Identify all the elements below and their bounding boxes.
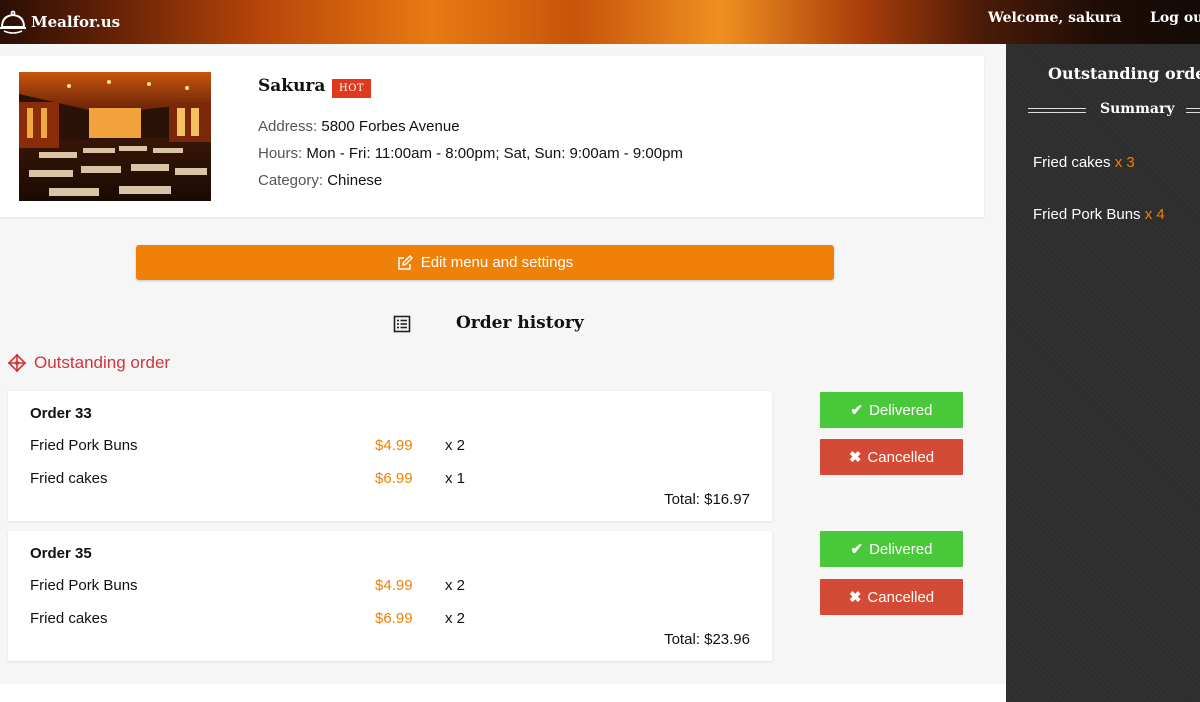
category-value: Chinese (327, 172, 383, 189)
summary-item-name: Fried Pork Buns (1033, 206, 1141, 223)
outstanding-order-label: Outstanding order (34, 353, 171, 372)
order-title: Order 35 (30, 545, 92, 562)
check-icon: ✔ (850, 541, 864, 558)
order-item-name: Fried Pork Buns (30, 577, 138, 594)
order-card: Order 35 Fried Pork Buns $4.99 x 2 Fried… (8, 531, 772, 661)
order-item-qty: x 1 (445, 470, 466, 487)
restaurant-card: Sakura HOT Address: 5800 Forbes Avenue H… (0, 56, 984, 217)
summary-item-name: Fried cakes (1033, 154, 1111, 171)
welcome-text: Welcome, sakura (988, 10, 1122, 26)
sidebar-summary-item: Fried Pork Buns x 4 (1033, 206, 1165, 223)
sidebar-summary-heading: Summary (1100, 101, 1175, 117)
sidebar-title: Outstanding orde (1048, 64, 1200, 83)
outstanding-order-heading: Outstanding order (8, 353, 170, 373)
order-item-name: Fried cakes (30, 610, 108, 627)
order-total: Total: $23.96 (664, 631, 750, 648)
summary-item-qty: x 4 (1144, 206, 1165, 223)
sidebar-summary-item: Fried cakes x 3 (1033, 154, 1135, 171)
hot-badge: HOT (332, 79, 372, 98)
restaurant-name: Sakura (258, 76, 326, 96)
order-item-name: Fried Pork Buns (30, 437, 138, 454)
summary-divider-left (1028, 108, 1086, 113)
summary-item-qty: x 3 (1114, 154, 1135, 171)
order-history-title: Order history (456, 313, 584, 333)
edit-menu-label: Edit menu and settings (420, 254, 574, 271)
list-icon (393, 315, 411, 333)
restaurant-hours: Hours: Mon - Fri: 11:00am - 8:00pm; Sat,… (258, 145, 683, 162)
address-value: 5800 Forbes Avenue (321, 118, 460, 135)
x-icon: ✖ (848, 449, 862, 466)
hours-label: Hours: (258, 145, 303, 162)
order-title: Order 33 (30, 405, 92, 422)
order-item-price: $4.99 (375, 437, 413, 454)
delivered-label: Delivered (869, 540, 933, 558)
address-label: Address: (258, 118, 318, 135)
order-card: Order 33 Fried Pork Buns $4.99 x 2 Fried… (8, 391, 772, 521)
edit-icon (397, 254, 413, 270)
order-item-name: Fried cakes (30, 470, 108, 487)
brand-name: Mealfor.us (31, 13, 121, 31)
summary-divider-right (1186, 108, 1200, 113)
check-icon: ✔ (850, 402, 864, 419)
brand-link[interactable]: Mealfor.us (0, 0, 120, 44)
x-icon: ✖ (848, 589, 862, 606)
cancelled-label: Cancelled (867, 448, 935, 466)
cancelled-button[interactable]: ✖ Cancelled (820, 579, 963, 615)
delivered-label: Delivered (869, 401, 933, 419)
cloche-icon (0, 10, 26, 34)
order-item-qty: x 2 (445, 577, 466, 594)
restaurant-category: Category: Chinese (258, 172, 382, 189)
order-item-price: $4.99 (375, 577, 413, 594)
category-label: Category: (258, 172, 324, 189)
top-navbar: Mealfor.us Welcome, sakura Log ou (0, 0, 1200, 44)
logout-link[interactable]: Log ou (1150, 0, 1200, 36)
crosshair-icon (8, 354, 26, 372)
order-item-qty: x 2 (445, 437, 466, 454)
cancelled-button[interactable]: ✖ Cancelled (820, 439, 963, 475)
cancelled-label: Cancelled (867, 588, 935, 606)
main-footer-strip (0, 684, 1006, 702)
delivered-button[interactable]: ✔ Delivered (820, 392, 963, 428)
restaurant-address: Address: 5800 Forbes Avenue (258, 118, 460, 135)
hours-value: Mon - Fri: 11:00am - 8:00pm; Sat, Sun: 9… (306, 145, 683, 162)
delivered-button[interactable]: ✔ Delivered (820, 531, 963, 567)
order-item-qty: x 2 (445, 610, 466, 627)
restaurant-photo (19, 72, 211, 201)
order-item-price: $6.99 (375, 610, 413, 627)
edit-menu-button[interactable]: Edit menu and settings (136, 245, 834, 280)
order-item-price: $6.99 (375, 470, 413, 487)
order-total: Total: $16.97 (664, 491, 750, 508)
outstanding-sidebar: Outstanding orde Summary Fried cakes x 3… (1006, 44, 1200, 702)
